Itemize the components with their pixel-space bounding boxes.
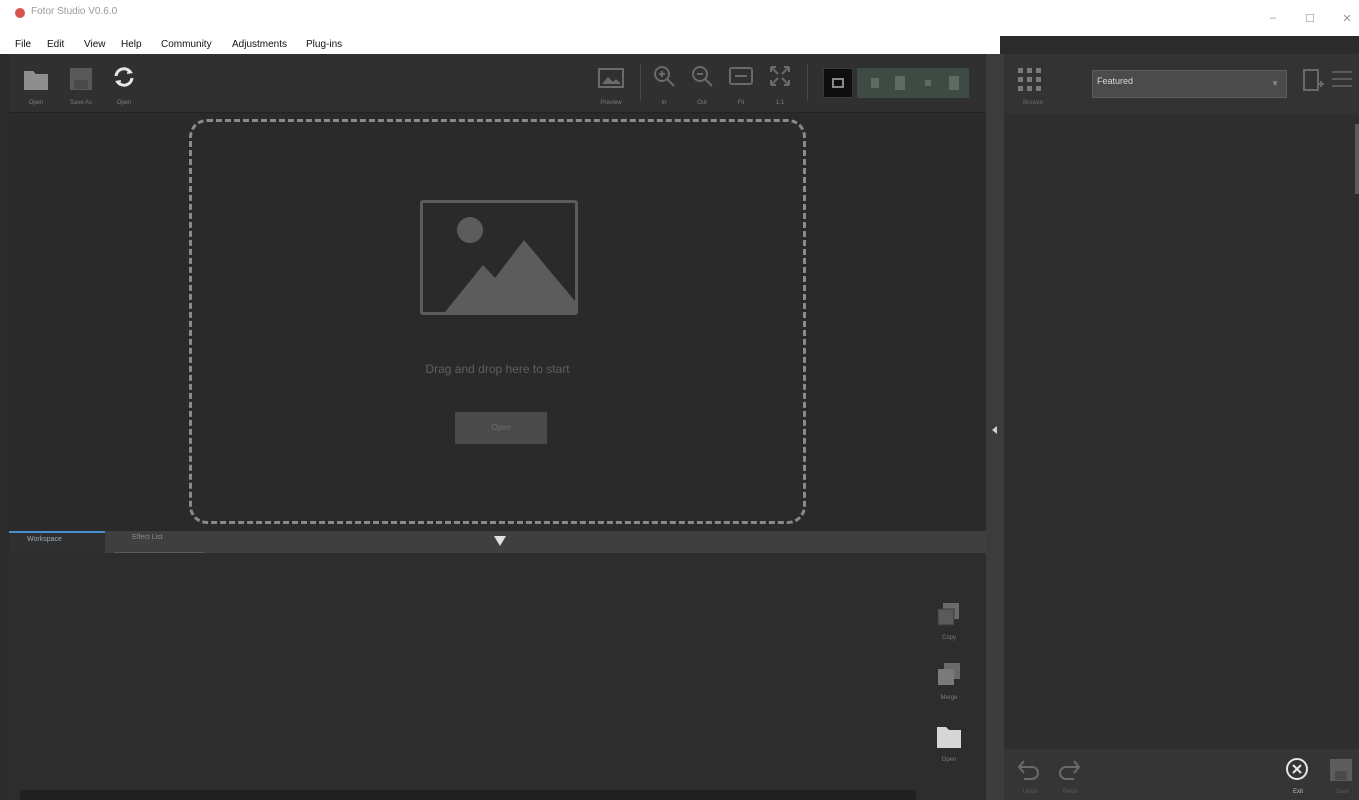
merge-button[interactable]: Merge xyxy=(934,661,964,701)
fit-icon xyxy=(729,67,753,85)
open-folder-button[interactable]: Open xyxy=(934,723,964,763)
menu-plugins[interactable]: Plug-ins xyxy=(306,39,342,50)
tab-workspace[interactable]: Workspace xyxy=(9,531,105,553)
undo-button[interactable]: Undo xyxy=(1016,757,1044,795)
minimize-button[interactable]: – xyxy=(1263,12,1283,24)
menu-adjustments[interactable]: Adjustments xyxy=(232,39,287,50)
effects-header: Browse Featured ▼ xyxy=(1004,54,1359,113)
menu-community[interactable]: Community xyxy=(161,39,212,50)
compare-view-group xyxy=(857,68,969,98)
menu-edit[interactable]: Edit xyxy=(47,39,64,50)
menu-file[interactable]: File xyxy=(15,39,31,50)
collapse-left-icon[interactable] xyxy=(992,426,997,434)
browse-button[interactable]: Browse xyxy=(1016,66,1050,106)
zoom-out-button[interactable]: Out xyxy=(685,60,719,108)
open-file-button[interactable]: Open xyxy=(455,412,547,444)
reload-button[interactable]: Open xyxy=(107,60,141,108)
folder-icon xyxy=(24,71,48,90)
preview-button[interactable]: Preview xyxy=(594,60,628,108)
effects-panel: Browse Featured ▼ Undo Redo Exit Save xyxy=(1004,54,1359,800)
tab-effect-list[interactable]: Effect List xyxy=(114,531,204,553)
toolbar-divider xyxy=(640,64,641,100)
save-button[interactable]: Save xyxy=(1328,757,1356,795)
chevron-down-icon: ▼ xyxy=(1271,79,1279,88)
compare-split-icon[interactable] xyxy=(895,76,905,90)
open-button[interactable]: Open xyxy=(19,60,53,108)
redo-button[interactable]: Redo xyxy=(1056,757,1084,795)
refresh-icon xyxy=(114,67,134,87)
window-title: Fotor Studio V0.6.0 xyxy=(31,6,118,17)
preset-select-value: Featured xyxy=(1097,76,1134,86)
add-preset-icon[interactable] xyxy=(1302,68,1324,94)
drop-hint-text: Drag and drop here to start xyxy=(425,362,570,376)
fullscreen-icon xyxy=(770,66,790,86)
copy-icon xyxy=(937,603,959,626)
title-bar: Fotor Studio V0.6.0 – ☐ ✕ xyxy=(0,0,1359,36)
maximize-button[interactable]: ☐ xyxy=(1300,12,1320,25)
compare-right-icon[interactable] xyxy=(949,76,959,90)
list-menu-icon[interactable] xyxy=(1330,68,1354,94)
save-icon xyxy=(70,68,92,90)
exit-button[interactable]: Exit xyxy=(1284,757,1312,795)
save-icon xyxy=(1330,759,1352,781)
filmstrip-bar xyxy=(20,790,916,800)
close-button[interactable]: ✕ xyxy=(1337,12,1357,25)
fit-button[interactable]: Fit xyxy=(724,60,758,108)
panel-splitter[interactable] xyxy=(986,54,1004,800)
app-logo-icon xyxy=(15,8,25,18)
workspace-panel: Copy Merge Open xyxy=(9,553,986,800)
main-toolbar: Open Save As Open Preview In Out Fit 1:1 xyxy=(9,54,986,113)
redo-icon xyxy=(1059,760,1081,780)
grid-icon xyxy=(1018,68,1041,91)
menu-help[interactable]: Help xyxy=(121,39,142,50)
folder-icon xyxy=(937,727,961,748)
zoom-out-icon xyxy=(692,66,713,87)
preset-select[interactable]: Featured ▼ xyxy=(1092,70,1287,98)
panel-scrollbar[interactable] xyxy=(1355,124,1359,194)
effects-footer: Undo Redo Exit Save xyxy=(1004,749,1359,800)
compare-left-icon[interactable] xyxy=(871,78,879,88)
view-single-button[interactable] xyxy=(823,68,853,98)
actual-size-button[interactable]: 1:1 xyxy=(763,60,797,108)
drop-zone[interactable]: Drag and drop here to start Open xyxy=(189,119,806,524)
menu-view[interactable]: View xyxy=(84,39,106,50)
image-icon xyxy=(598,68,624,88)
copy-button[interactable]: Copy xyxy=(934,601,964,641)
toolbar-divider xyxy=(807,64,808,100)
exit-icon xyxy=(1286,758,1308,780)
collapse-panel-icon[interactable] xyxy=(494,536,506,546)
zoom-in-button[interactable]: In xyxy=(647,60,681,108)
single-view-icon xyxy=(832,78,844,88)
bottom-tabs: Workspace Effect List xyxy=(9,531,986,553)
compare-small-icon[interactable] xyxy=(925,80,931,86)
canvas-area: Drag and drop here to start Open xyxy=(9,114,986,531)
stack-icon xyxy=(938,663,960,685)
menu-bar: File Edit View Help Community Adjustment… xyxy=(0,36,1000,54)
undo-icon xyxy=(1017,760,1039,780)
zoom-in-icon xyxy=(654,66,675,87)
image-placeholder-icon xyxy=(420,200,578,315)
save-as-button[interactable]: Save As xyxy=(64,60,98,108)
